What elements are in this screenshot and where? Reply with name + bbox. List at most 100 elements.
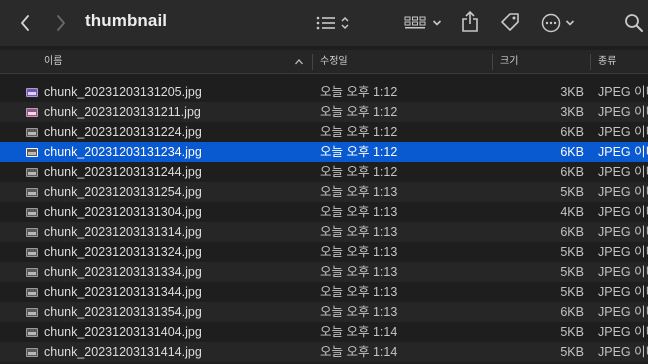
file-kind: JPEG 이미지: [598, 85, 648, 99]
file-kind: JPEG 이미지: [598, 185, 648, 199]
group-button[interactable]: [402, 12, 444, 34]
file-row[interactable]: chunk_20231203131244.jpg 오늘 오후 1:12 6KB JPE…: [0, 162, 648, 182]
file-kind: JPEG 이미지: [598, 325, 648, 339]
file-row[interactable]: chunk_20231203131314.jpg 오늘 오후 1:13 6KB JPE…: [0, 222, 648, 242]
more-icon: [541, 13, 561, 33]
column-name[interactable]: 이름: [44, 50, 62, 74]
column-size[interactable]: 크기: [500, 50, 518, 74]
file-kind: JPEG 이미지: [598, 285, 648, 299]
file-date: 오늘 오후 1:13: [320, 185, 398, 199]
file-row[interactable]: chunk_20231203131304.jpg 오늘 오후 1:13 4KB JPE…: [0, 202, 648, 222]
image-file-icon: [26, 288, 38, 297]
column-date[interactable]: 수정일: [320, 50, 348, 74]
chevron-right-icon: [57, 15, 65, 31]
file-row[interactable]: chunk_20231203131234.jpg 오늘 오후 1:12 6KB JPE…: [0, 142, 648, 162]
image-file-icon: [26, 308, 38, 317]
file-row[interactable]: chunk_20231203131324.jpg 오늘 오후 1:13 5KB JPE…: [0, 242, 648, 262]
image-file-icon: [26, 348, 38, 357]
file-row[interactable]: chunk_20231203131344.jpg 오늘 오후 1:13 5KB JPE…: [0, 282, 648, 302]
column-divider[interactable]: [312, 54, 313, 70]
file-kind: JPEG 이미지: [598, 265, 648, 279]
file-name: chunk_20231203131224.jpg: [44, 125, 202, 139]
back-button[interactable]: [14, 12, 36, 34]
file-name: chunk_20231203131314.jpg: [44, 225, 202, 239]
file-size: 3KB: [560, 85, 584, 99]
file-kind: JPEG 이미지: [598, 145, 648, 159]
file-date: 오늘 오후 1:13: [320, 265, 398, 279]
file-row[interactable]: chunk_20231203131211.jpg 오늘 오후 1:12 3KB JPE…: [0, 102, 648, 122]
file-name: chunk_20231203131414.jpg: [44, 345, 202, 359]
file-size: 5KB: [560, 265, 584, 279]
file-row[interactable]: chunk_20231203131224.jpg 오늘 오후 1:12 6KB JPE…: [0, 122, 648, 142]
file-row[interactable]: chunk_20231203131414.jpg 오늘 오후 1:14 5KB JPE…: [0, 342, 648, 362]
file-date: 오늘 오후 1:13: [320, 245, 398, 259]
share-icon: [462, 11, 478, 32]
file-size: 6KB: [560, 125, 584, 139]
image-file-icon: [26, 208, 38, 217]
chevron-down-icon: [432, 20, 442, 26]
file-row[interactable]: chunk_20231203131254.jpg 오늘 오후 1:13 5KB JPE…: [0, 182, 648, 202]
file-name: chunk_20231203131334.jpg: [44, 265, 202, 279]
image-file-icon: [26, 128, 38, 137]
sort-ascending-icon[interactable]: [294, 58, 304, 66]
file-row[interactable]: chunk_20231203131334.jpg 오늘 오후 1:13 5KB JPE…: [0, 262, 648, 282]
file-kind: JPEG 이미지: [598, 245, 648, 259]
image-file-icon: [26, 268, 38, 277]
file-name: chunk_20231203131234.jpg: [44, 145, 202, 159]
file-date: 오늘 오후 1:12: [320, 165, 398, 179]
view-options-button[interactable]: [312, 12, 354, 34]
forward-button[interactable]: [50, 12, 72, 34]
file-kind: JPEG 이미지: [598, 205, 648, 219]
chevron-left-icon: [21, 15, 29, 31]
file-size: 6KB: [560, 165, 584, 179]
file-date: 오늘 오후 1:14: [320, 345, 398, 359]
file-date: 오늘 오후 1:12: [320, 85, 398, 99]
file-name: chunk_20231203131324.jpg: [44, 245, 202, 259]
window-title: thumbnail: [85, 11, 168, 30]
column-divider[interactable]: [492, 54, 493, 70]
file-name: chunk_20231203131354.jpg: [44, 305, 202, 319]
file-date: 오늘 오후 1:13: [320, 225, 398, 239]
file-kind: JPEG 이미지: [598, 225, 648, 239]
image-file-icon: [26, 108, 38, 117]
share-button[interactable]: [458, 10, 482, 34]
image-file-icon: [26, 328, 38, 337]
list-view-icon: [316, 16, 335, 30]
file-date: 오늘 오후 1:12: [320, 105, 398, 119]
image-file-icon: [26, 168, 38, 177]
grid-view-icon: [404, 16, 426, 29]
image-file-icon: [26, 188, 38, 197]
file-row[interactable]: chunk_20231203131404.jpg 오늘 오후 1:14 5KB JPE…: [0, 322, 648, 342]
search-button[interactable]: [624, 11, 648, 35]
more-actions-button[interactable]: [538, 11, 578, 35]
tag-icon: [501, 13, 519, 31]
column-divider[interactable]: [590, 54, 591, 70]
file-size: 5KB: [560, 325, 584, 339]
file-list: chunk_20231203131205.jpg 오늘 오후 1:12 3KB JPE…: [0, 82, 648, 362]
file-name: chunk_20231203131304.jpg: [44, 205, 202, 219]
file-size: 6KB: [560, 145, 584, 159]
file-size: 5KB: [560, 345, 584, 359]
file-size: 6KB: [560, 305, 584, 319]
file-kind: JPEG 이미지: [598, 105, 648, 119]
image-file-icon: [26, 228, 38, 237]
file-kind: JPEG 이미지: [598, 345, 648, 359]
file-size: 5KB: [560, 285, 584, 299]
column-kind[interactable]: 종류: [598, 50, 616, 74]
file-date: 오늘 오후 1:13: [320, 285, 398, 299]
file-kind: JPEG 이미지: [598, 305, 648, 319]
tag-button[interactable]: [498, 10, 522, 34]
file-size: 5KB: [560, 245, 584, 259]
file-row[interactable]: chunk_20231203131354.jpg 오늘 오후 1:13 6KB JPE…: [0, 302, 648, 322]
chevron-down-icon: [565, 20, 575, 26]
file-name: chunk_20231203131254.jpg: [44, 185, 202, 199]
file-date: 오늘 오후 1:14: [320, 325, 398, 339]
file-size: 5KB: [560, 185, 584, 199]
file-name: chunk_20231203131404.jpg: [44, 325, 202, 339]
toolbar: thumbnail: [0, 0, 648, 46]
file-row[interactable]: chunk_20231203131205.jpg 오늘 오후 1:12 3KB JPE…: [0, 82, 648, 102]
image-file-icon: [26, 248, 38, 257]
sort-arrows-icon: [341, 16, 349, 30]
file-size: 6KB: [560, 225, 584, 239]
search-icon: [625, 14, 643, 32]
